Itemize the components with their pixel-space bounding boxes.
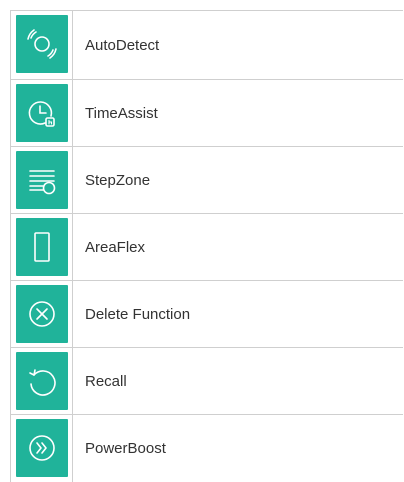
function-label: PowerBoost [85, 440, 166, 457]
icon-cell [10, 214, 73, 280]
icon-cell [10, 281, 73, 347]
areaflex-icon [16, 218, 68, 276]
function-row-areaflex: AreaFlex [10, 214, 403, 281]
delete-icon [16, 285, 68, 343]
function-label: Delete Function [85, 305, 191, 323]
function-row-autodetect: AutoDetect [10, 11, 403, 80]
function-label: TimeAssist [85, 104, 158, 122]
function-row-timeassist: TimeAssist [10, 80, 403, 147]
autodetect-icon [16, 15, 68, 73]
function-label: AreaFlex [85, 238, 146, 256]
clock-icon [16, 84, 68, 142]
icon-cell [10, 80, 73, 146]
icon-cell [10, 11, 73, 79]
function-row-powerboost: PowerBoost [10, 415, 403, 482]
icon-cell [10, 147, 73, 213]
stepzone-icon [16, 151, 68, 209]
function-label: StepZone [85, 171, 151, 189]
function-row-recall: Recall [10, 348, 403, 415]
function-label: Recall [85, 372, 127, 390]
powerboost-icon [16, 419, 68, 477]
function-row-delete: Delete Function [10, 281, 403, 348]
recall-icon [16, 352, 68, 410]
icon-cell [10, 348, 73, 414]
icon-cell [10, 415, 73, 482]
function-table: AutoDetect TimeAssist StepZone AreaFlex … [10, 10, 403, 482]
function-label: AutoDetect [85, 36, 160, 54]
function-row-stepzone: StepZone [10, 147, 403, 214]
